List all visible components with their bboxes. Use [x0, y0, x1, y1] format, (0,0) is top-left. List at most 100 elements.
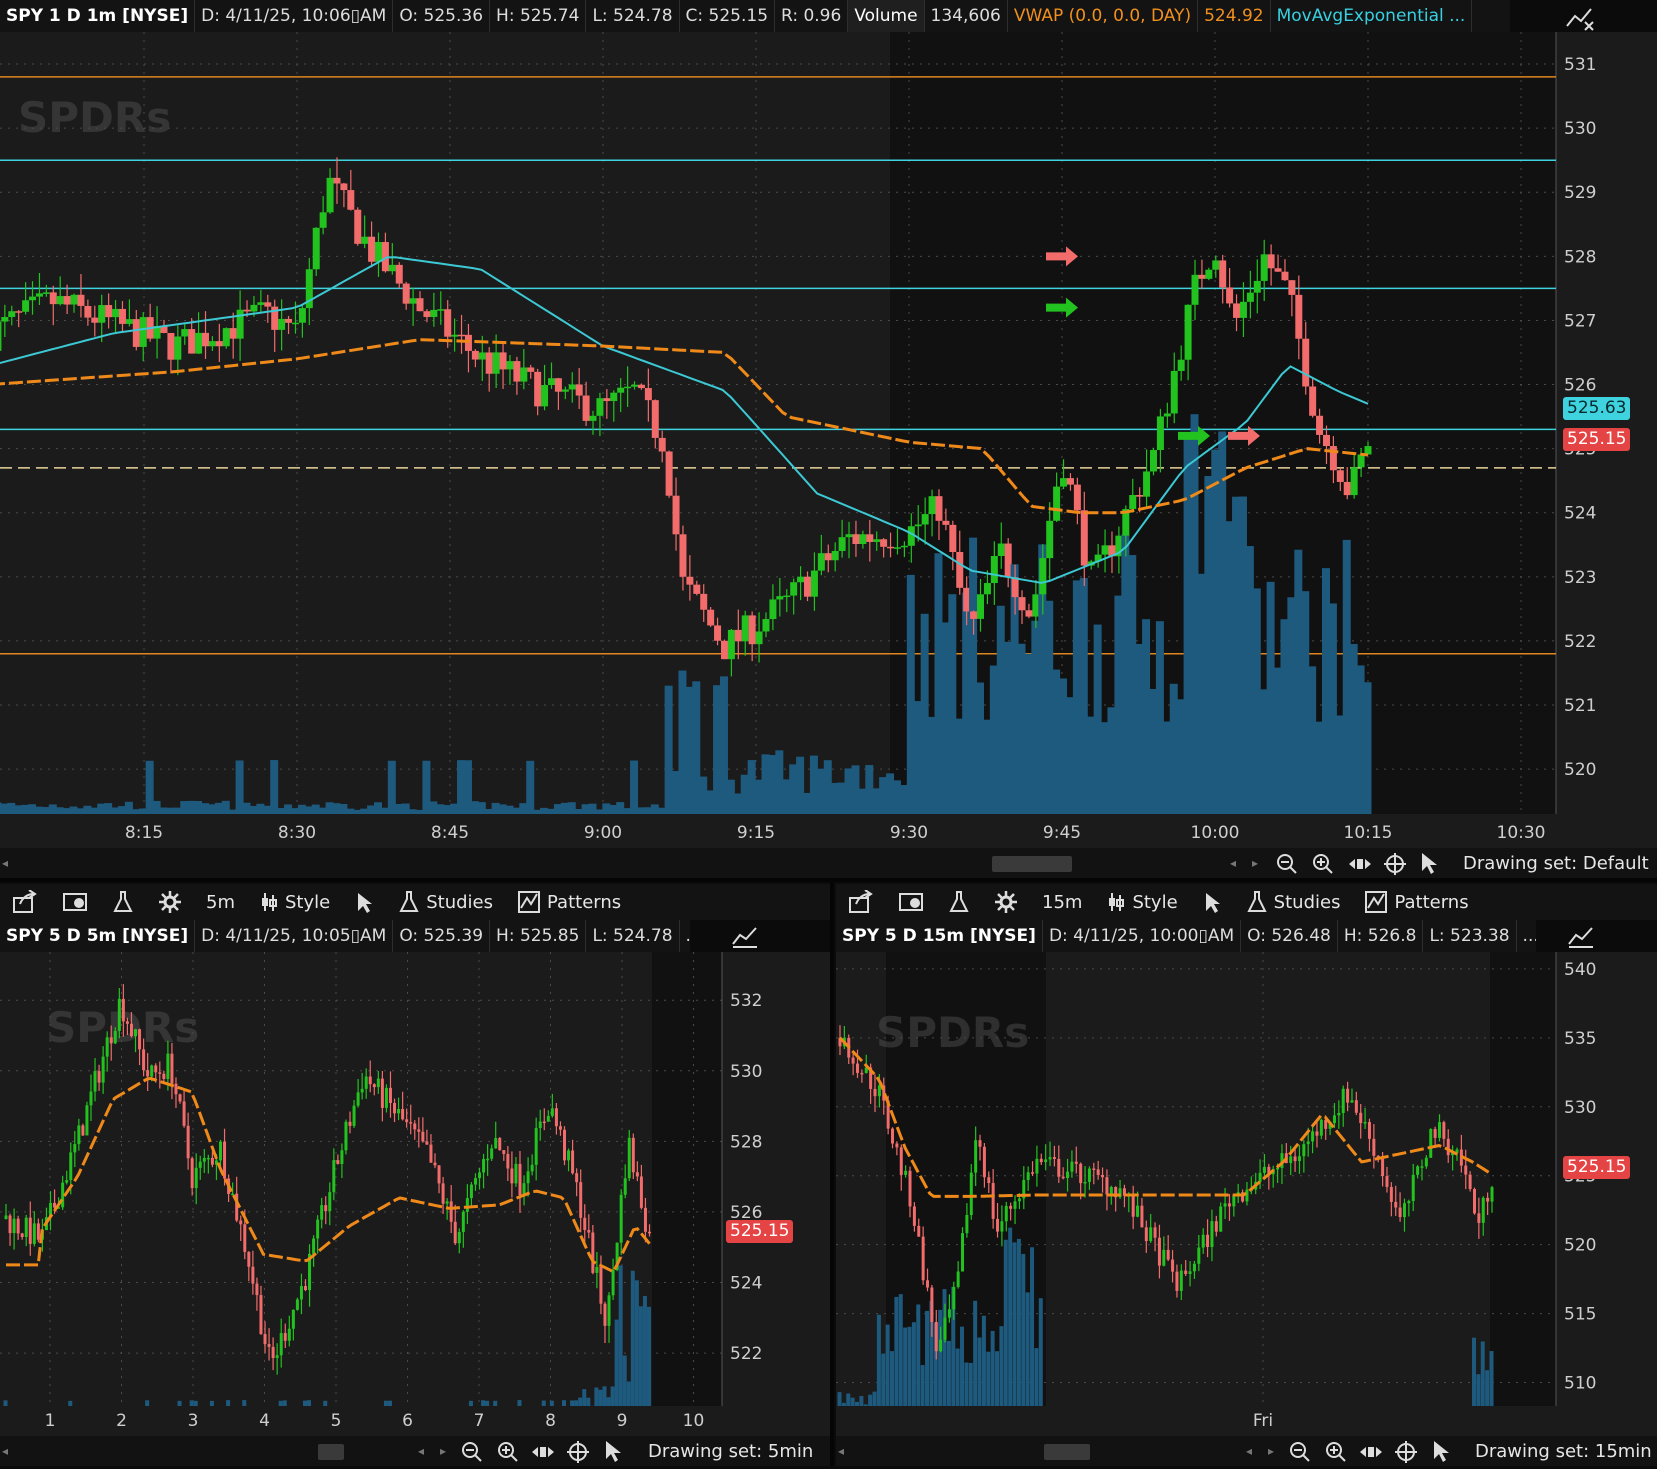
flex-grid-button-15m[interactable] [886, 890, 936, 914]
candle-body [520, 367, 527, 381]
share-button-5m[interactable] [0, 890, 50, 914]
chart-15m[interactable]: SPDRs510515520525530535540Fri [836, 952, 1657, 1436]
candle-body [1167, 1250, 1170, 1260]
panel-splitter[interactable] [830, 882, 834, 1466]
zoom-in-icon[interactable] [1324, 1440, 1348, 1469]
volume-bar [637, 807, 645, 814]
candle-body [264, 1334, 267, 1344]
volume-bar [279, 1401, 283, 1406]
scroll-left-arrow[interactable]: ◂ [2, 856, 8, 870]
candle-body [486, 1159, 489, 1161]
candle-body [944, 1318, 947, 1340]
scroll-left-arrow-5m[interactable]: ◂ [2, 1444, 8, 1458]
main-scroll-thumb[interactable] [992, 856, 1072, 872]
main-drawing-set[interactable]: Drawing set: Default [1463, 853, 1649, 874]
cursor-icon[interactable] [602, 1439, 624, 1468]
scrollbar-5m[interactable]: ◂ ◂ ▸ Drawing set: 5min [0, 1436, 830, 1466]
drawing-set-15m[interactable]: Drawing set: 15min [1475, 1441, 1652, 1462]
crosshair-icon[interactable] [1383, 852, 1407, 881]
studies-menu-15m[interactable]: Studies [1234, 890, 1353, 914]
drawing-tool-5m[interactable] [342, 891, 386, 913]
candle-body [900, 1147, 903, 1175]
drawing-tool-15m[interactable] [1190, 891, 1234, 913]
zoom-in-icon[interactable] [1311, 852, 1335, 881]
more-5m[interactable]: ... [680, 920, 690, 952]
volume-bar [291, 808, 299, 814]
candle-body [486, 352, 493, 373]
candle-body [1245, 1190, 1248, 1202]
flex-grid-button-5m[interactable] [50, 890, 100, 914]
candle-body [8, 311, 15, 317]
settings-button-5m[interactable] [146, 890, 194, 914]
scroll-thumb-5m[interactable] [318, 1444, 344, 1460]
candle-body [1425, 1158, 1428, 1167]
cursor-icon[interactable] [1418, 851, 1440, 880]
chart-settings-icon-5m[interactable] [730, 922, 760, 954]
candle-body [1394, 1202, 1397, 1208]
scroll-next-arrow-15m[interactable]: ▸ [1268, 1444, 1274, 1458]
candle-body [610, 393, 617, 401]
candle-body [9, 1216, 12, 1234]
volume-bar [627, 1381, 631, 1406]
settings-button-15m[interactable] [982, 890, 1030, 914]
pan-icon[interactable] [1347, 852, 1373, 881]
scroll-prev-arrow-15m[interactable]: ◂ [1246, 1444, 1252, 1458]
drawing-set-5m[interactable]: Drawing set: 5min [648, 1441, 813, 1462]
scroll-next-arrow[interactable]: ▸ [1252, 856, 1258, 870]
candle-body [575, 1173, 578, 1182]
main-volume-label[interactable]: Volume [848, 0, 924, 32]
zoom-out-icon[interactable] [1275, 852, 1299, 881]
zoom-in-icon[interactable] [496, 1440, 520, 1469]
candle-body [105, 305, 112, 317]
period-selector-15m[interactable]: 15m [1030, 892, 1094, 913]
volume-bar [56, 807, 64, 814]
volume-bar [678, 671, 686, 814]
candle-body [878, 1085, 881, 1096]
zoom-out-icon[interactable] [1288, 1440, 1312, 1469]
scroll-next-arrow-5m[interactable]: ▸ [440, 1444, 446, 1458]
more-15m[interactable]: ... [1517, 920, 1536, 952]
scroll-prev-arrow[interactable]: ◂ [1230, 856, 1236, 870]
scrollbar-15m[interactable]: ◂ ◂ ▸ Drawing set: 15min [836, 1436, 1657, 1466]
crosshair-icon[interactable] [566, 1440, 590, 1469]
style-menu-15m[interactable]: Style [1094, 891, 1189, 913]
candle-body [1337, 1113, 1340, 1115]
style-menu-5m[interactable]: Style [247, 891, 342, 913]
main-ema-label[interactable]: MovAvgExponential ... [1271, 0, 1473, 32]
chart-settings-icon-15m[interactable] [1566, 922, 1596, 954]
chart-5m[interactable]: SPDRs52252452652853053212345678910 [0, 952, 830, 1436]
candle-body [1046, 521, 1053, 558]
share-button-15m[interactable] [836, 890, 886, 914]
scroll-prev-arrow-5m[interactable]: ◂ [418, 1444, 424, 1458]
volume-bar [1101, 722, 1109, 814]
symbol-15m[interactable]: SPY 5 D 15m [NYSE] [836, 920, 1043, 952]
main-scrollbar[interactable]: ◂ ◂ ▸ Drawing set: Default [0, 848, 1657, 878]
scroll-thumb-15m[interactable] [1044, 1444, 1090, 1460]
scroll-left-arrow-15m[interactable]: ◂ [838, 1444, 844, 1458]
crosshair-icon[interactable] [1394, 1440, 1418, 1469]
period-selector-5m[interactable]: 5m [194, 892, 247, 913]
candle-body [243, 1224, 246, 1252]
volume-bar [166, 808, 174, 814]
patterns-menu-5m[interactable]: Patterns [505, 890, 633, 914]
chart-settings-icon[interactable] [1563, 4, 1599, 32]
pan-icon[interactable] [530, 1440, 556, 1469]
zoom-out-icon[interactable] [460, 1440, 484, 1469]
main-symbol[interactable]: SPY 1 D 1m [NYSE] [0, 0, 195, 32]
volume-bar [999, 1326, 1003, 1406]
symbol-5m[interactable]: SPY 5 D 5m [NYSE] [0, 920, 195, 952]
main-vwap-label[interactable]: VWAP (0.0, 0.0, DAY) [1008, 0, 1198, 32]
candle-body [354, 210, 361, 244]
patterns-menu-15m[interactable]: Patterns [1352, 890, 1480, 914]
candle-body [1219, 1207, 1222, 1232]
main-chart[interactable]: SPDRs52052152252352452552652752852953053… [0, 32, 1657, 848]
studies-menu-5m[interactable]: Studies [386, 890, 505, 914]
volume-bar [471, 801, 479, 814]
candle-body [929, 496, 936, 514]
studies-flask-button-15m[interactable] [936, 890, 982, 914]
candle-body [1049, 1157, 1052, 1159]
volume-bar [42, 807, 50, 814]
studies-flask-button-5m[interactable] [100, 890, 146, 914]
cursor-icon[interactable] [1430, 1439, 1452, 1468]
pan-icon[interactable] [1358, 1440, 1384, 1469]
